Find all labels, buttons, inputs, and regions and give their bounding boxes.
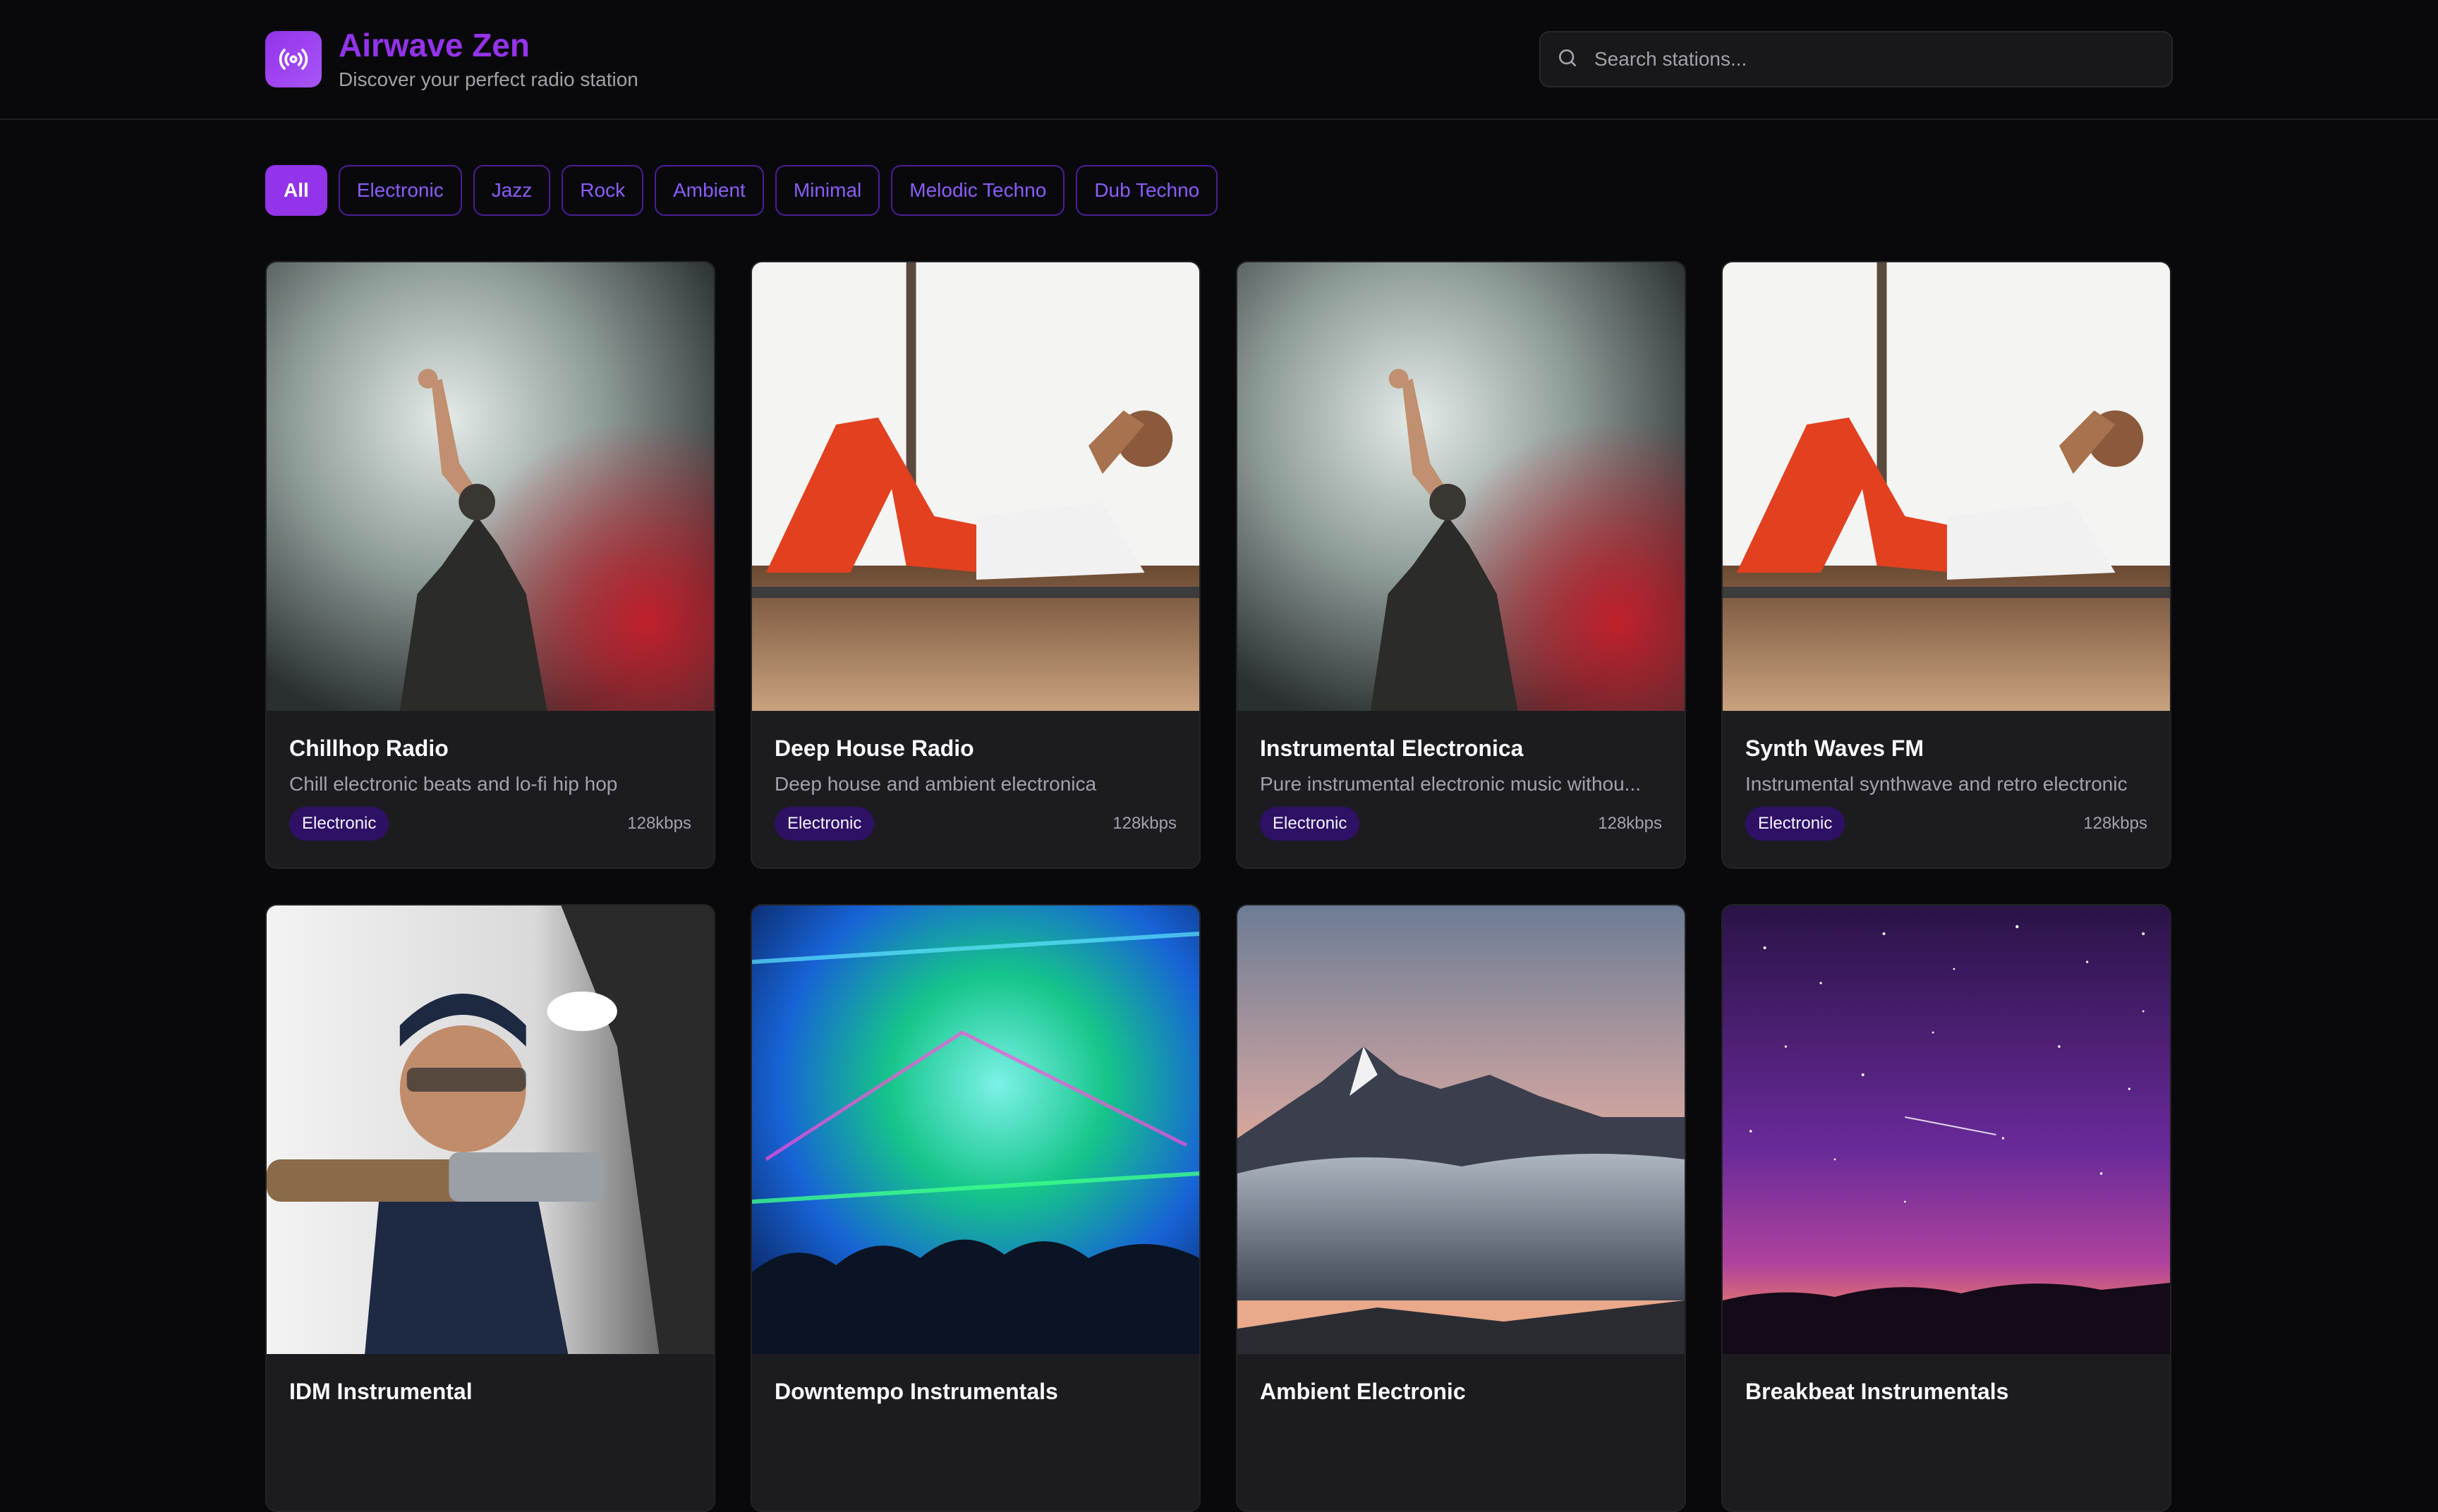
station-description: Instrumental synthwave and retro electro… xyxy=(1745,773,2128,795)
station-card[interactable]: Ambient Electronic xyxy=(1236,904,1686,1512)
station-name: Downtempo Instrumentals xyxy=(775,1379,1058,1404)
station-image xyxy=(1237,906,1685,1354)
station-description: Chill electronic beats and lo-fi hip hop xyxy=(289,773,618,795)
station-name: Deep House Radio xyxy=(775,736,974,761)
filter-chip-jazz[interactable]: Jazz xyxy=(473,165,551,216)
station-name: Ambient Electronic xyxy=(1260,1379,1466,1404)
card-body: Downtempo Instrumentals xyxy=(752,1354,1199,1405)
bitrate: 128kbps xyxy=(1598,814,1662,834)
radio-broadcast-icon xyxy=(265,31,322,87)
filter-chip-dub-techno[interactable]: Dub Techno xyxy=(1076,165,1218,216)
search-bar[interactable] xyxy=(1539,31,2173,87)
station-image xyxy=(752,906,1199,1354)
station-name: Chillhop Radio xyxy=(289,736,449,761)
card-body: Ambient Electronic xyxy=(1237,1354,1685,1405)
station-image xyxy=(752,262,1199,711)
card-meta: Electronic 128kbps xyxy=(289,807,691,841)
station-name: IDM Instrumental xyxy=(289,1379,473,1404)
genre-badge: Electronic xyxy=(289,807,389,841)
station-name: Synth Waves FM xyxy=(1745,736,1924,761)
station-name: Breakbeat Instrumentals xyxy=(1745,1379,2009,1404)
genre-badge: Electronic xyxy=(1260,807,1360,841)
brand[interactable]: Airwave Zen Discover your perfect radio … xyxy=(265,28,638,91)
station-name: Instrumental Electronica xyxy=(1260,736,1524,761)
brand-text: Airwave Zen Discover your perfect radio … xyxy=(339,28,638,91)
station-card[interactable]: Breakbeat Instrumentals xyxy=(1721,904,2171,1512)
bitrate: 128kbps xyxy=(2083,814,2147,834)
filter-chip-melodic-techno[interactable]: Melodic Techno xyxy=(891,165,1065,216)
filter-chip-all[interactable]: All xyxy=(265,165,327,216)
station-card[interactable]: Synth Waves FM Instrumental synthwave an… xyxy=(1721,261,2171,869)
card-body: Deep House Radio Deep house and ambient … xyxy=(752,711,1199,841)
header-inner: Airwave Zen Discover your perfect radio … xyxy=(265,0,2173,118)
station-card[interactable]: Chillhop Radio Chill electronic beats an… xyxy=(265,261,715,869)
station-description: Pure instrumental electronic music witho… xyxy=(1260,773,1641,795)
station-image xyxy=(267,906,714,1354)
card-body: Instrumental Electronica Pure instrument… xyxy=(1237,711,1685,841)
station-card[interactable]: Instrumental Electronica Pure instrument… xyxy=(1236,261,1686,869)
app-subtitle: Discover your perfect radio station xyxy=(339,68,638,90)
app-header: Airwave Zen Discover your perfect radio … xyxy=(0,0,2438,120)
station-description: Deep house and ambient electronica xyxy=(775,773,1097,795)
card-meta: Electronic 128kbps xyxy=(1260,807,1662,841)
card-body: IDM Instrumental xyxy=(267,1354,714,1405)
app-title: Airwave Zen xyxy=(339,26,530,63)
station-card[interactable]: Downtempo Instrumentals xyxy=(751,904,1201,1512)
station-card[interactable]: IDM Instrumental xyxy=(265,904,715,1512)
card-body: Synth Waves FM Instrumental synthwave an… xyxy=(1723,711,2170,841)
genre-filters: All Electronic Jazz Rock Ambient Minimal… xyxy=(265,165,1218,216)
filter-chip-ambient[interactable]: Ambient xyxy=(655,165,764,216)
station-grid: Chillhop Radio Chill electronic beats an… xyxy=(265,261,2173,1512)
search-input[interactable] xyxy=(1594,48,2171,71)
filter-chip-rock[interactable]: Rock xyxy=(562,165,644,216)
filter-chip-minimal[interactable]: Minimal xyxy=(775,165,880,216)
card-meta: Electronic 128kbps xyxy=(1745,807,2147,841)
card-meta: Electronic 128kbps xyxy=(775,807,1177,841)
station-card[interactable]: Deep House Radio Deep house and ambient … xyxy=(751,261,1201,869)
station-image xyxy=(1237,262,1685,711)
search-icon xyxy=(1556,47,1579,73)
filter-chip-electronic[interactable]: Electronic xyxy=(338,165,462,216)
bitrate: 128kbps xyxy=(627,814,691,834)
station-image xyxy=(1723,262,2170,711)
genre-badge: Electronic xyxy=(775,807,875,841)
station-image xyxy=(1723,906,2170,1354)
genre-badge: Electronic xyxy=(1745,807,1845,841)
bitrate: 128kbps xyxy=(1112,814,1177,834)
card-body: Chillhop Radio Chill electronic beats an… xyxy=(267,711,714,841)
station-image xyxy=(267,262,714,711)
card-body: Breakbeat Instrumentals xyxy=(1723,1354,2170,1405)
